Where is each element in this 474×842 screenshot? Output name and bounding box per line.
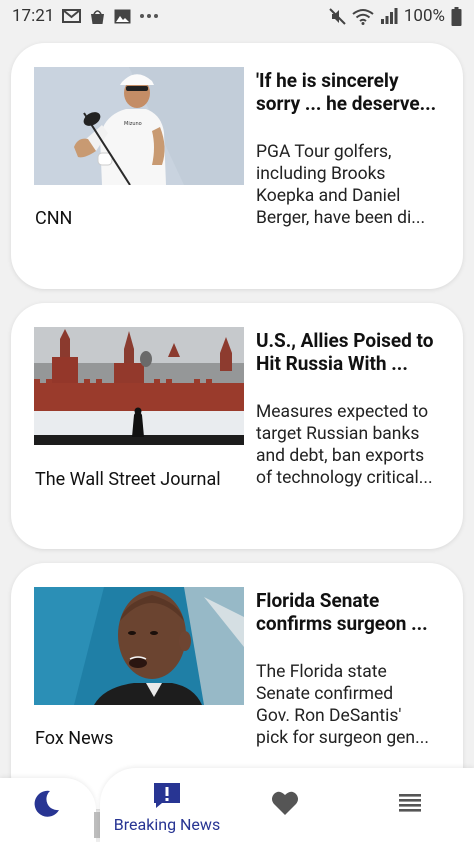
shopping-bag-icon <box>89 8 106 25</box>
description-line: of technology critical... <box>256 468 433 488</box>
description-line: pick for surgeon gen... <box>256 728 429 748</box>
nav-breaking-news[interactable]: Breaking News <box>105 781 229 834</box>
nav-menu[interactable] <box>399 794 421 816</box>
news-feed[interactable]: Mizuno 'If he is sincerely sorry ... he … <box>0 32 474 842</box>
svg-text:Mizuno: Mizuno <box>124 121 142 127</box>
kremlin-photo <box>34 327 244 445</box>
description-line: including Brooks <box>256 164 386 184</box>
more-icon <box>139 13 159 19</box>
nav-label: Breaking News <box>113 815 221 834</box>
description-line: Senate confirmed <box>256 684 394 704</box>
description-line: Measures expected to <box>256 402 429 422</box>
news-card[interactable]: Mizuno 'If he is sincerely sorry ... he … <box>11 43 463 289</box>
description-line: Koepka and Daniel <box>256 186 401 206</box>
description-line: Gov. Ron DeSantis' <box>256 706 402 726</box>
description-line: The Florida state <box>256 662 387 682</box>
nav-theme-panel <box>0 778 96 842</box>
status-bar: 17:21 100% <box>0 0 474 32</box>
description-line: Berger, have been di... <box>256 208 426 228</box>
golfer-photo: Mizuno <box>34 67 244 185</box>
article-description: PGA Tour golfers, including Brooks Koepk… <box>256 141 446 229</box>
article-description: Measures expected to target Russian bank… <box>256 401 446 489</box>
article-title[interactable]: Florida Senate confirms surgeon ... <box>256 589 446 635</box>
news-card[interactable]: U.S., Allies Poised to Hit Russia With .… <box>11 303 463 549</box>
wifi-icon <box>352 8 374 25</box>
article-source: Fox News <box>35 728 114 749</box>
article-title[interactable]: 'If he is sincerely sorry ... he deserve… <box>256 69 446 115</box>
description-line: target Russian banks <box>256 424 420 444</box>
article-description: The Florida state Senate confirmed Gov. … <box>256 661 446 749</box>
article-source: The Wall Street Journal <box>35 469 221 490</box>
article-title[interactable]: U.S., Allies Poised to Hit Russia With .… <box>256 329 446 375</box>
gmail-icon <box>62 9 82 23</box>
battery-icon <box>451 6 462 26</box>
heart-icon <box>271 790 299 820</box>
moon-icon <box>30 788 62 824</box>
nav-favorites[interactable] <box>271 790 299 820</box>
mute-icon <box>329 7 346 25</box>
bottom-nav: Breaking News <box>100 768 474 842</box>
menu-icon <box>399 794 421 816</box>
description-line: and debt, ban exports <box>256 446 425 466</box>
signal-icon <box>380 8 398 24</box>
battery-level: 100% <box>403 6 445 26</box>
status-time: 17:21 <box>12 6 55 26</box>
description-line: PGA Tour golfers, <box>256 142 392 162</box>
nav-theme-button[interactable] <box>30 788 62 824</box>
image-icon <box>114 9 131 24</box>
breaking-news-icon <box>152 781 182 813</box>
article-source: CNN <box>35 208 73 229</box>
man-speaking-photo <box>34 587 244 705</box>
